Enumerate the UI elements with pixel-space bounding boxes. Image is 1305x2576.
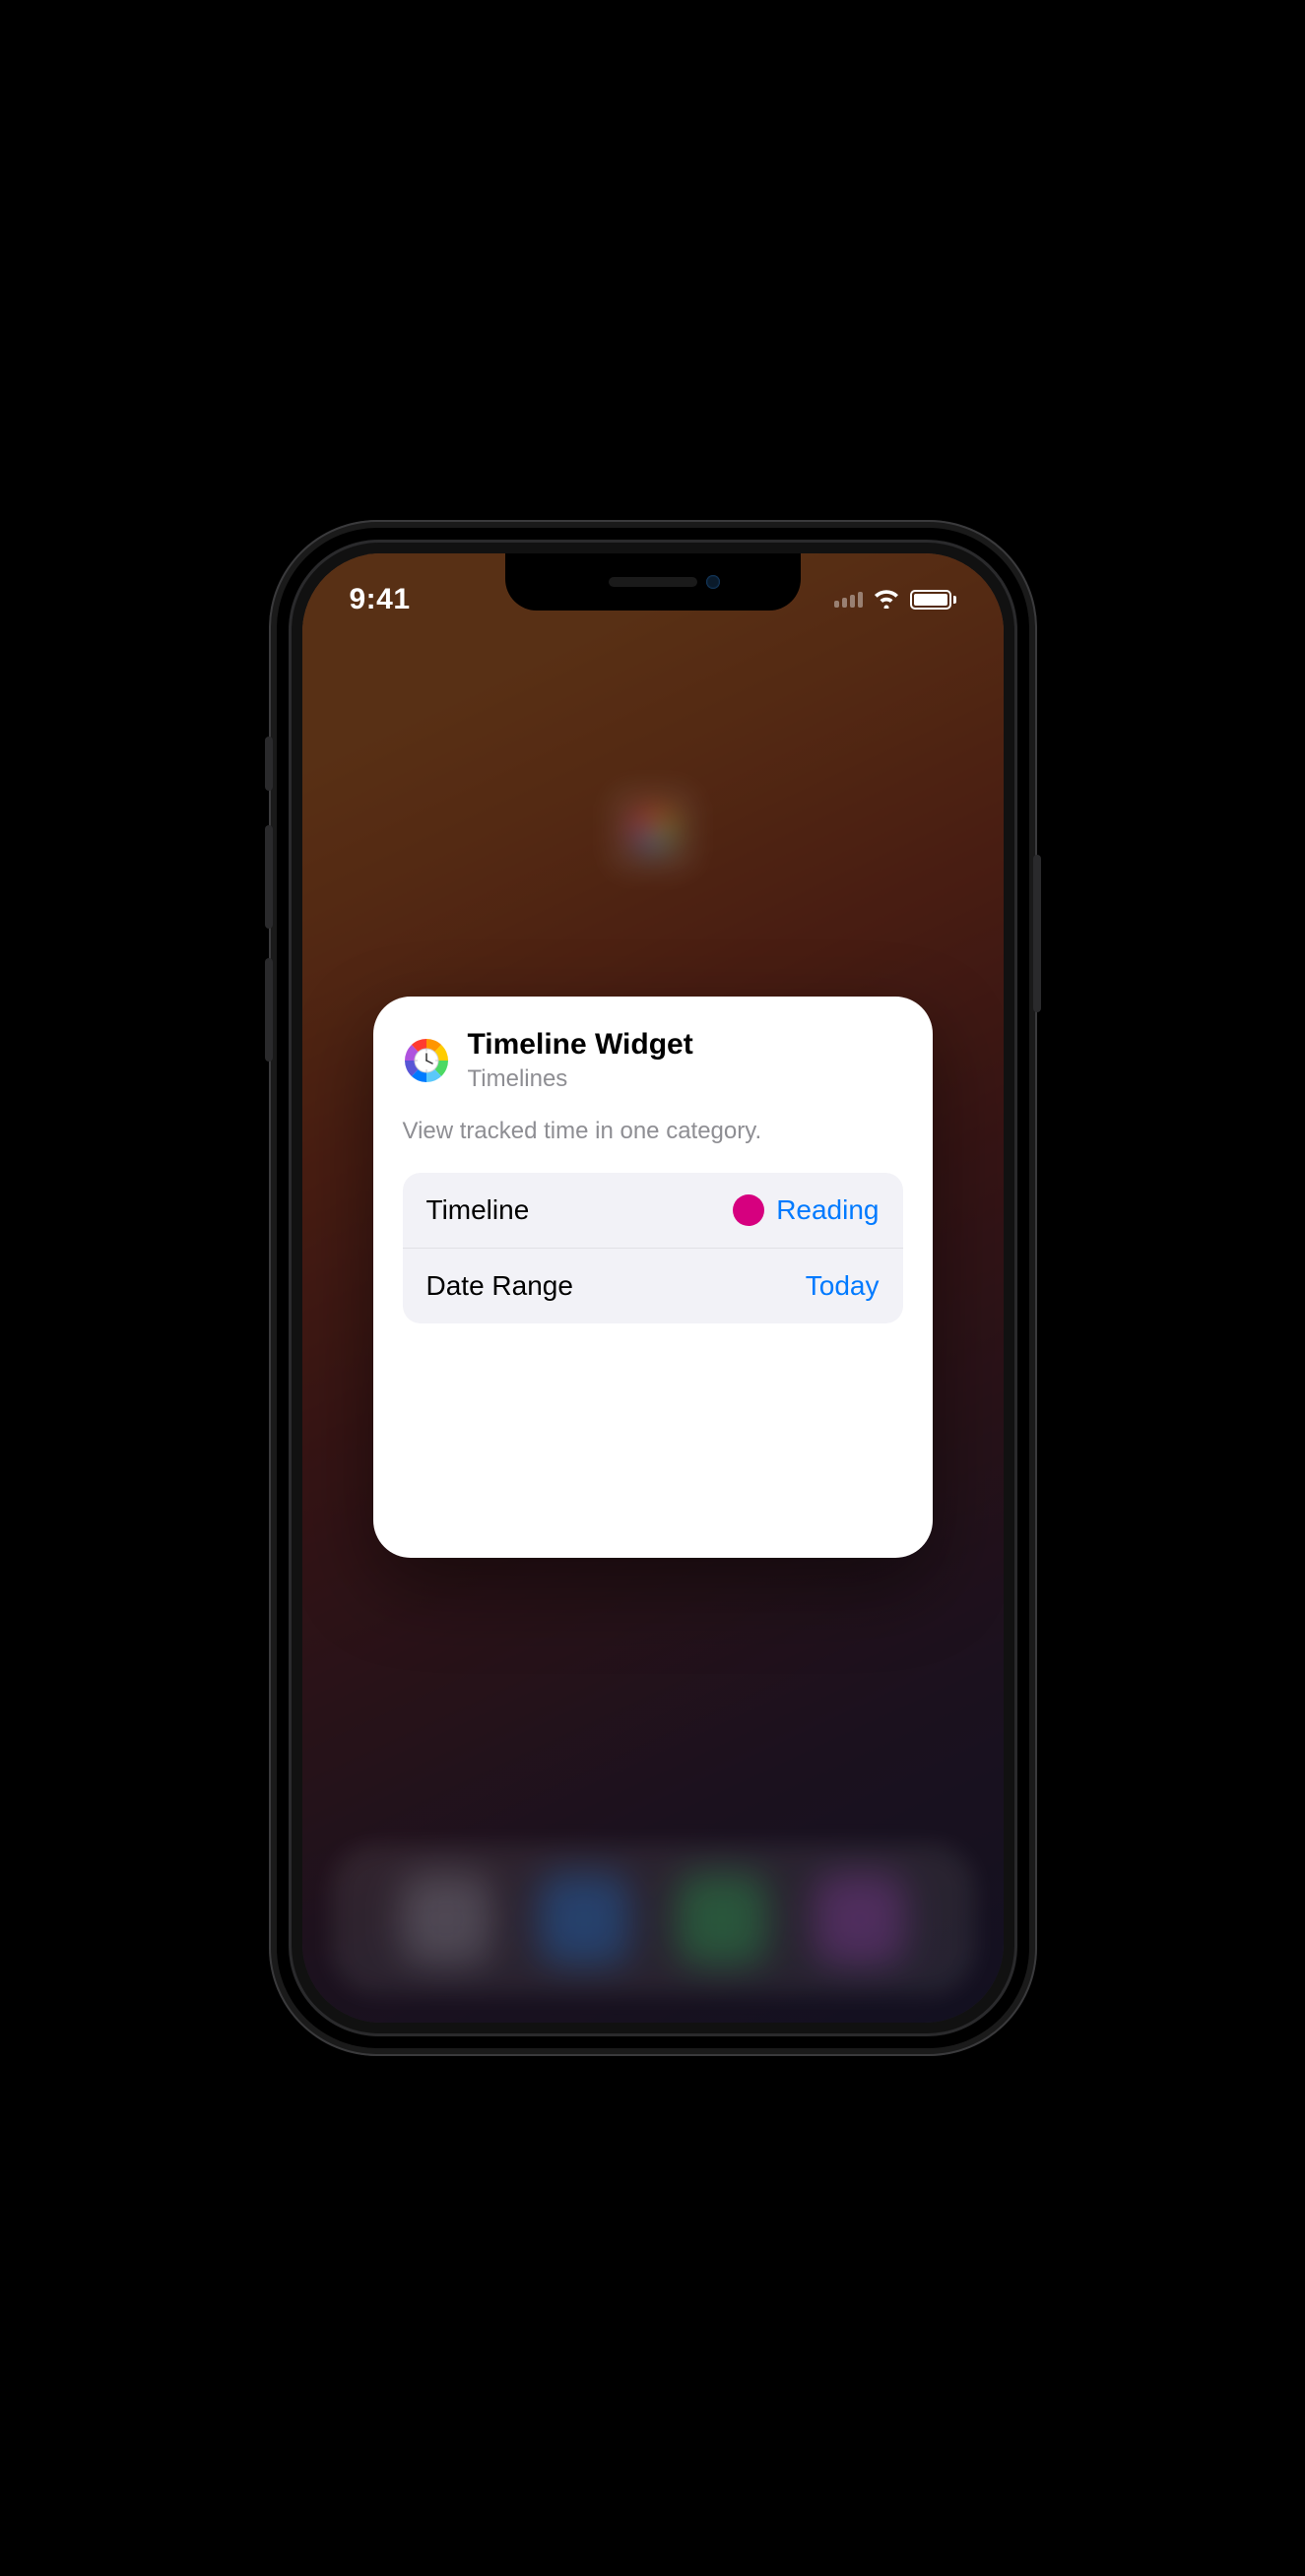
cellular-icon	[834, 592, 863, 608]
dock-app-blur	[401, 1874, 491, 1964]
phone-volume-down	[265, 958, 273, 1062]
wifi-icon	[873, 587, 900, 612]
app-icon	[403, 1037, 450, 1084]
dock-app-blur	[539, 1874, 629, 1964]
status-indicators	[834, 571, 956, 612]
setting-value: Reading	[733, 1194, 879, 1226]
widget-config-card: Timeline Widget Timelines View tracked t…	[373, 997, 933, 1558]
setting-value: Today	[806, 1270, 880, 1302]
dock-app-blur	[677, 1874, 767, 1964]
settings-group: Timeline Reading Date Range Today	[403, 1173, 903, 1323]
status-time: 9:41	[350, 567, 411, 616]
setting-row-date-range[interactable]: Date Range Today	[403, 1248, 903, 1323]
phone-volume-up	[265, 825, 273, 929]
notch	[505, 553, 801, 611]
setting-row-timeline[interactable]: Timeline Reading	[403, 1173, 903, 1248]
widget-subtitle: Timelines	[468, 1064, 693, 1094]
phone-power-button	[1033, 855, 1041, 1012]
widget-title: Timeline Widget	[468, 1028, 693, 1063]
widget-description: View tracked time in one category.	[403, 1118, 903, 1145]
dock-blur	[332, 1845, 974, 1993]
category-color-dot	[733, 1194, 764, 1226]
front-camera	[706, 575, 720, 589]
setting-label: Date Range	[426, 1270, 573, 1302]
speaker	[609, 577, 697, 587]
battery-icon	[910, 590, 956, 610]
setting-value-text: Today	[806, 1270, 880, 1302]
phone-mute-switch	[265, 737, 273, 791]
phone-frame: 9:41	[269, 520, 1037, 2056]
screen: 9:41	[302, 553, 1004, 2023]
card-header: Timeline Widget Timelines	[403, 1028, 903, 1094]
dock-app-blur	[815, 1874, 905, 1964]
phone-bezel: 9:41	[289, 540, 1017, 2036]
setting-value-text: Reading	[776, 1194, 879, 1226]
background-widget-blur	[608, 785, 698, 875]
setting-label: Timeline	[426, 1194, 530, 1226]
